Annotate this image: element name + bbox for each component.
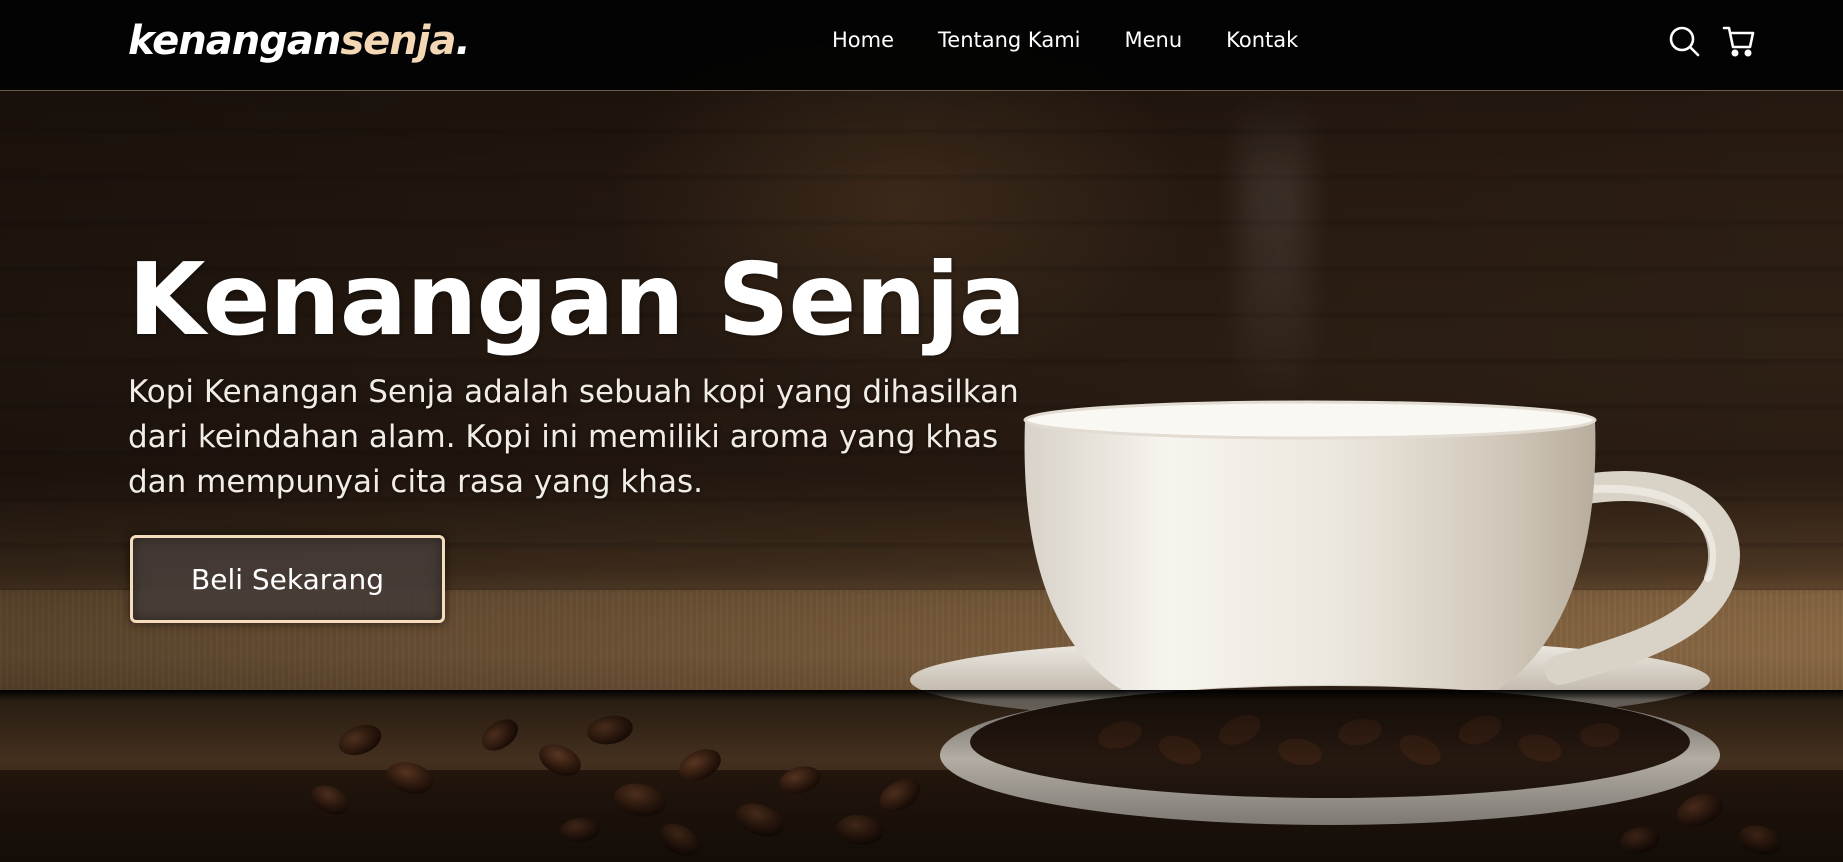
section-divider	[0, 690, 1843, 700]
nav-link-menu[interactable]: Menu	[1124, 28, 1182, 52]
navbar: kenangansenja. Home Tentang Kami Menu Ko…	[0, 0, 1843, 91]
logo-accent: senja	[340, 18, 456, 64]
logo[interactable]: kenangansenja.	[128, 18, 471, 64]
hero-description: Kopi Kenangan Senja adalah sebuah kopi y…	[128, 374, 1019, 500]
shopping-cart-icon[interactable]	[1722, 24, 1756, 58]
nav-links: Home Tentang Kami Menu Kontak	[832, 28, 1342, 52]
page: kenangansenja. Home Tentang Kami Menu Ko…	[0, 0, 1843, 862]
hero-title: Kenangan Senja	[128, 241, 1026, 358]
nav-link-kontak[interactable]: Kontak	[1226, 28, 1298, 52]
buy-now-button[interactable]: Beli Sekarang	[130, 535, 445, 623]
hero-content: Kenangan Senja Kopi Kenangan Senja adala…	[128, 240, 1088, 505]
logo-dot: .	[455, 18, 470, 64]
nav-link-tentang-kami[interactable]: Tentang Kami	[938, 28, 1080, 52]
search-icon[interactable]	[1667, 24, 1701, 58]
logo-main: kenangan	[128, 18, 341, 64]
nav-link-home[interactable]: Home	[832, 28, 894, 52]
